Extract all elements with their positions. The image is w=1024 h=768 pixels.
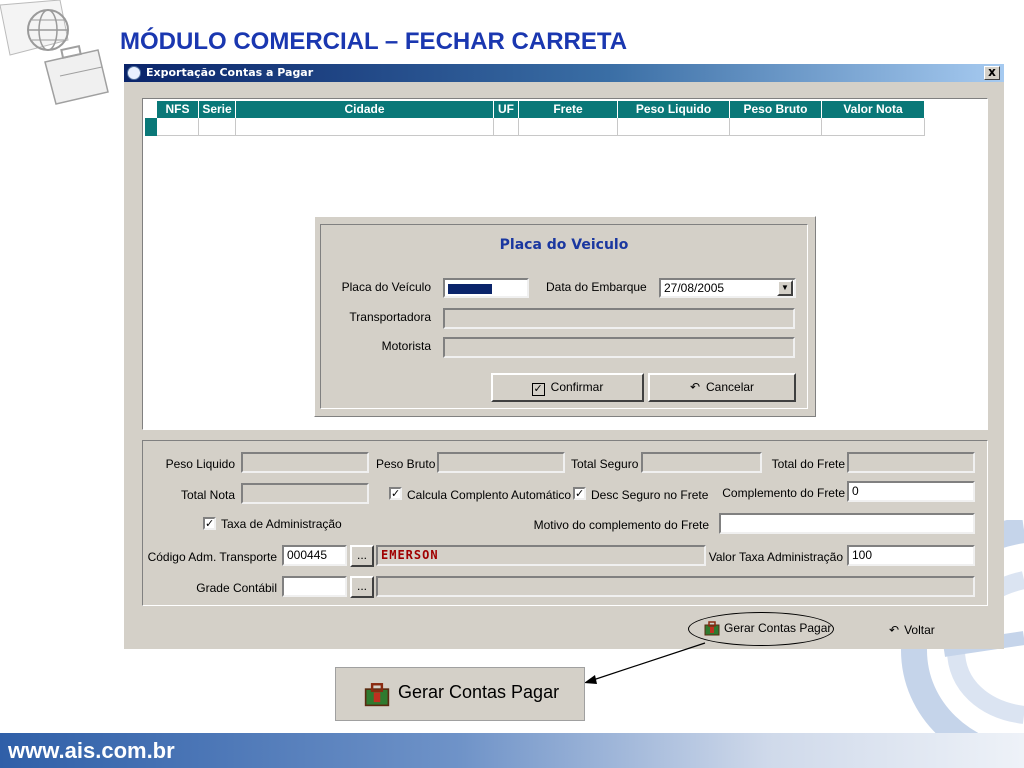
slide-title: MÓDULO COMERCIAL – FECHAR CARRETA: [120, 28, 628, 55]
codigo-lookup-button[interactable]: ...: [350, 545, 374, 567]
transportadora-label: Transportadora: [349, 310, 431, 324]
window-title: Exportação Contas a Pagar: [146, 66, 314, 79]
desc-seguro-checkbox[interactable]: ✓: [573, 487, 586, 500]
grade-label: Grade Contábil: [196, 581, 277, 595]
text-selection: [448, 283, 492, 294]
peso-liquido-label: Peso Liquido: [165, 457, 235, 471]
placa-label: Placa do Veículo: [341, 280, 431, 294]
close-button[interactable]: x: [984, 66, 1000, 80]
voltar-label: Voltar: [904, 623, 935, 637]
total-nota-label: Total Nota: [180, 488, 235, 502]
grade-desc-field[interactable]: [376, 576, 975, 597]
dialog-title: Placa do Veiculo: [499, 237, 629, 253]
valor-taxa-input[interactable]: 100: [847, 545, 975, 566]
total-nota-field[interactable]: [241, 483, 369, 504]
placa-dialog: Placa do Veiculo Placa do Veículo Data d…: [314, 216, 816, 417]
gerar-contas-callout: Gerar Contas Pagar: [335, 667, 585, 721]
peso-bruto-label: Peso Bruto: [376, 457, 436, 471]
valor-taxa-label: Valor Taxa Administração: [708, 550, 843, 564]
peso-bruto-field[interactable]: [437, 452, 565, 473]
total-frete-field[interactable]: [847, 452, 975, 473]
taxa-admin-checkbox[interactable]: ✓: [203, 517, 216, 530]
desc-seguro-label: Desc Seguro no Frete: [591, 488, 709, 502]
complemento-input[interactable]: 0: [847, 481, 975, 502]
motivo-input[interactable]: [719, 513, 975, 534]
data-embarque-combo[interactable]: 27/08/2005: [659, 278, 796, 298]
motorista-field[interactable]: [443, 337, 795, 358]
grid-cell[interactable]: [199, 118, 236, 136]
total-seguro-field[interactable]: [641, 452, 762, 473]
grid-cell[interactable]: [730, 118, 822, 136]
total-frete-label: Total do Frete: [771, 457, 845, 471]
exportacao-window: Exportação Contas a Pagar x NFS Serie Ci…: [124, 64, 1004, 649]
data-embarque-label: Data do Embarque: [546, 280, 647, 294]
motivo-label: Motivo do complemento do Frete: [533, 518, 709, 532]
callout-label: Gerar Contas Pagar: [398, 682, 560, 702]
data-embarque-value: 27/08/2005: [664, 281, 725, 295]
transportadora-field[interactable]: [443, 308, 795, 329]
grid-cell[interactable]: [822, 118, 925, 136]
col-header-valor-nota[interactable]: Valor Nota: [822, 101, 925, 118]
codigo-label: Código Adm. Transporte: [147, 550, 277, 564]
col-header-peso-liquido[interactable]: Peso Liquido: [618, 101, 730, 118]
grid-cell[interactable]: [618, 118, 730, 136]
globe-luggage-illustration: [0, 0, 109, 105]
confirm-label: Confirmar: [550, 380, 604, 394]
confirm-button[interactable]: ✓ Confirmar: [491, 373, 644, 402]
grade-input[interactable]: [282, 576, 347, 597]
taxa-admin-label: Taxa de Administração: [221, 517, 342, 531]
footer-url[interactable]: www.ais.com.br: [8, 738, 175, 764]
callout-arrow: [584, 642, 706, 684]
total-seguro-label: Total Seguro: [571, 457, 639, 471]
voltar-button[interactable]: ↶ Voltar: [889, 621, 935, 639]
briefcase-icon: [364, 683, 390, 707]
calcula-label: Calcula Complento Automático: [407, 488, 572, 502]
complemento-label: Complemento do Frete: [722, 486, 845, 500]
undo-arrow-icon: ↶: [889, 623, 900, 637]
undo-arrow-icon: ↶: [689, 380, 701, 394]
grid-cell[interactable]: [519, 118, 618, 136]
row-indicator: [145, 118, 157, 136]
calcula-checkbox[interactable]: ✓: [389, 487, 402, 500]
dialog-frame: Placa do Veiculo Placa do Veículo Data d…: [320, 224, 808, 409]
col-header-nfs[interactable]: NFS: [157, 101, 199, 118]
cancel-button[interactable]: ↶ Cancelar: [648, 373, 796, 402]
placa-input[interactable]: [443, 278, 529, 298]
col-header-cidade[interactable]: Cidade: [236, 101, 494, 118]
totals-panel: Peso Liquido Peso Bruto Total Seguro Tot…: [142, 440, 988, 606]
codigo-input[interactable]: 000445: [282, 545, 347, 566]
grid-cell[interactable]: [494, 118, 519, 136]
col-header-serie[interactable]: Serie: [199, 101, 236, 118]
checkbox-check-icon: ✓: [531, 382, 545, 396]
app-icon: [127, 66, 141, 80]
chevron-down-icon[interactable]: ▼: [777, 280, 793, 296]
grade-lookup-button[interactable]: ...: [350, 576, 374, 598]
col-header-frete[interactable]: Frete: [519, 101, 618, 118]
motorista-label: Motorista: [381, 339, 431, 353]
col-header-uf[interactable]: UF: [494, 101, 519, 118]
grid-cell[interactable]: [157, 118, 199, 136]
peso-liquido-field[interactable]: [241, 452, 369, 473]
codigo-name-field[interactable]: EMERSON: [376, 545, 706, 566]
cancel-label: Cancelar: [706, 380, 755, 394]
col-header-peso-bruto[interactable]: Peso Bruto: [730, 101, 822, 118]
window-titlebar[interactable]: Exportação Contas a Pagar x: [124, 64, 1004, 82]
grid-cell[interactable]: [236, 118, 494, 136]
